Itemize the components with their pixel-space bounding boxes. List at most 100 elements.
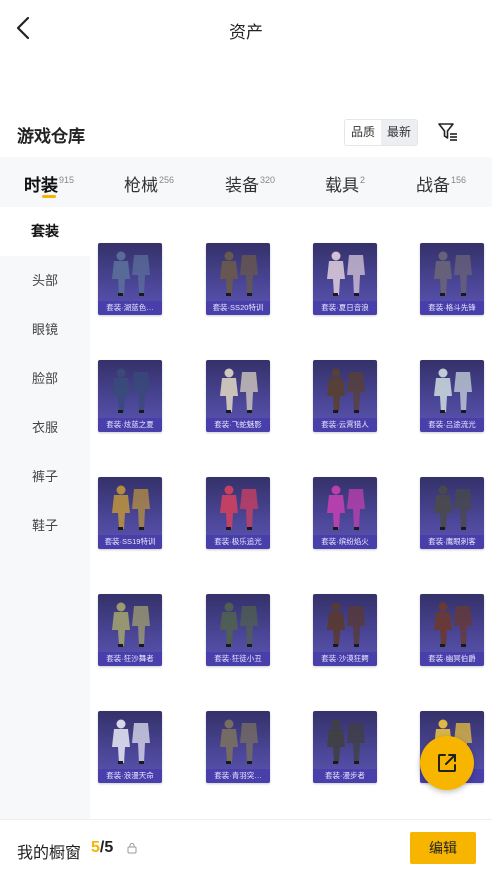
item-name: 套装·缤纷焰火	[313, 535, 377, 549]
outfit-thumbnail	[220, 251, 258, 296]
tab-count: 915	[59, 175, 75, 185]
outfit-item-card[interactable]: 套装·SS19特训	[98, 477, 162, 549]
tab-fashion[interactable]: 时装915	[24, 171, 74, 196]
outfit-item-card[interactable]: 套装·极乐追光	[206, 477, 270, 549]
outfit-thumbnail	[434, 251, 472, 296]
item-name: 套装·幽冥伯爵	[420, 652, 484, 666]
tab-label: 装备	[225, 176, 259, 195]
filter-button[interactable]	[436, 120, 460, 144]
item-name: 套装·吕途流光	[420, 418, 484, 432]
showcase-count: 5/5	[91, 839, 113, 857]
showcase-current: 5	[91, 839, 100, 856]
sidebar-item-face[interactable]: 脸部	[0, 354, 90, 403]
outfit-thumbnail	[220, 368, 258, 413]
category-tabs: 时装915 枪械256 装备320 载具2 战备156	[0, 157, 492, 207]
outfit-item-card[interactable]: 套装·吕途流光	[420, 360, 484, 432]
sidebar-item-shoes[interactable]: 鞋子	[0, 501, 90, 550]
item-name: 套装·SS20特训	[206, 301, 270, 315]
item-name: 套装·极乐追光	[206, 535, 270, 549]
outfit-thumbnail	[327, 602, 365, 647]
warehouse-header: 游戏仓库 品质 最新	[0, 116, 492, 150]
sidebar-item-head[interactable]: 头部	[0, 256, 90, 305]
share-fab-button[interactable]	[420, 736, 474, 790]
outfit-item-card[interactable]: 套装·云霄猎人	[313, 360, 377, 432]
tab-supplies[interactable]: 战备156	[416, 171, 466, 196]
outfit-thumbnail	[327, 485, 365, 530]
sidebar-item-outfit[interactable]: 套装	[0, 207, 90, 256]
item-name: 套装·浪漫天命	[98, 769, 162, 783]
outfit-thumbnail	[220, 602, 258, 647]
item-name: 套装·狂徒小丑	[206, 652, 270, 666]
item-name: 套装·炫蓝之夏	[98, 418, 162, 432]
outfit-item-card[interactable]: 套装·飞蛇魅影	[206, 360, 270, 432]
outfit-item-card[interactable]: 套装·鹰眼刺客	[420, 477, 484, 549]
outfit-item-card[interactable]: 套装·狂沙舞者	[98, 594, 162, 666]
outfit-item-card[interactable]: 套装·格斗先锋	[420, 243, 484, 315]
tab-label: 载具	[325, 176, 359, 195]
outfit-thumbnail	[112, 368, 150, 413]
open-external-icon	[438, 754, 456, 772]
outfit-thumbnail	[112, 251, 150, 296]
item-name: 套装·湖蓝色…	[98, 301, 162, 315]
item-name: 套装·云霄猎人	[313, 418, 377, 432]
item-name: 套装·SS19特训	[98, 535, 162, 549]
item-name: 套装·格斗先锋	[420, 301, 484, 315]
tab-label: 战备	[416, 176, 450, 195]
tab-label: 时装	[24, 176, 58, 195]
showcase-label: 我的橱窗	[17, 845, 82, 862]
outfit-item-card[interactable]: 套装·青羽突…	[206, 711, 270, 783]
lock-icon	[127, 843, 137, 854]
outfit-thumbnail	[220, 719, 258, 764]
outfit-item-card[interactable]: 套装·SS20特训	[206, 243, 270, 315]
page-title: 资产	[229, 23, 263, 42]
item-name: 套装·鹰眼刺客	[420, 535, 484, 549]
item-name: 套装·沙漠狂鳄	[313, 652, 377, 666]
showcase-bar: 我的橱窗 5/5 编辑	[0, 819, 492, 876]
sidebar-item-pants[interactable]: 裤子	[0, 452, 90, 501]
outfit-item-card[interactable]: 套装·缤纷焰火	[313, 477, 377, 549]
top-app-bar: 资产	[0, 0, 492, 58]
outfit-thumbnail	[112, 485, 150, 530]
outfit-item-card[interactable]: 套装·狂徒小丑	[206, 594, 270, 666]
tab-vehicles[interactable]: 载具2	[325, 171, 365, 196]
outfit-item-card[interactable]: 套装·浪漫天命	[98, 711, 162, 783]
sort-quality-button[interactable]: 品质	[345, 120, 382, 145]
item-grid: 套装·湖蓝色… 套装·SS20特训 套装·夏日音浪 套装·格斗先锋 套装·炫蓝之夏 套装·…	[90, 207, 492, 819]
item-name: 套装·青羽突…	[206, 769, 270, 783]
subcategory-sidebar: 套装 头部 眼镜 脸部 衣服 裤子 鞋子	[0, 207, 90, 819]
outfit-thumbnail	[434, 602, 472, 647]
item-name: 套装·狂沙舞者	[98, 652, 162, 666]
sidebar-item-glasses[interactable]: 眼镜	[0, 305, 90, 354]
edit-button[interactable]: 编辑	[410, 832, 476, 864]
outfit-thumbnail	[327, 719, 365, 764]
outfit-thumbnail	[327, 251, 365, 296]
outfit-item-card[interactable]: 套装·湖蓝色…	[98, 243, 162, 315]
outfit-thumbnail	[434, 368, 472, 413]
active-tab-indicator	[42, 195, 56, 198]
tab-equipment[interactable]: 装备320	[225, 171, 275, 196]
tab-label: 枪械	[124, 176, 158, 195]
outfit-item-card[interactable]: 套装·幽冥伯爵	[420, 594, 484, 666]
tab-count: 320	[260, 175, 276, 185]
item-name: 套装·夏日音浪	[313, 301, 377, 315]
warehouse-title: 游戏仓库	[17, 127, 85, 146]
outfit-thumbnail	[220, 485, 258, 530]
sidebar-item-clothes[interactable]: 衣服	[0, 403, 90, 452]
outfit-thumbnail	[327, 368, 365, 413]
outfit-item-card[interactable]: 套装·夏日音浪	[313, 243, 377, 315]
sort-toggle: 品质 最新	[344, 119, 419, 146]
outfit-item-card[interactable]: 套装·沙漠狂鳄	[313, 594, 377, 666]
outfit-thumbnail	[112, 602, 150, 647]
tab-count: 156	[451, 175, 467, 185]
outfit-item-card[interactable]: 套装·炫蓝之夏	[98, 360, 162, 432]
tab-weapons[interactable]: 枪械256	[124, 171, 174, 196]
showcase-total: 5	[104, 839, 114, 856]
item-name: 套装·漫步者	[313, 769, 377, 783]
item-name: 套装·飞蛇魅影	[206, 418, 270, 432]
sort-newest-button[interactable]: 最新	[381, 120, 418, 145]
outfit-thumbnail	[112, 719, 150, 764]
tab-count: 2	[360, 175, 366, 185]
outfit-thumbnail	[434, 485, 472, 530]
outfit-item-card[interactable]: 套装·漫步者	[313, 711, 377, 783]
filter-icon	[438, 123, 457, 141]
